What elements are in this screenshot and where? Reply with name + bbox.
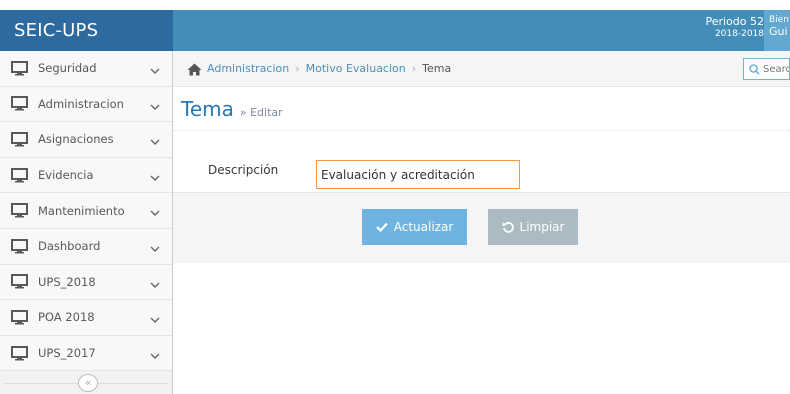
desktop-icon [0,274,38,289]
undo-icon [502,221,514,233]
sidebar-item-label: Administracion [38,96,124,111]
desktop-icon [0,96,38,111]
home-icon[interactable] [187,63,203,76]
chevron-down-icon [150,349,160,363]
sidebar: Seguridad Administracion Asignaciones Ev… [0,51,173,394]
chevron-down-icon [150,135,160,149]
form-actions: Actualizar Limpiar [173,192,790,263]
top-navbar: SEIC-UPS Periodo 52 2018-2018 Bien Gui [0,10,790,51]
sidebar-collapse-row: « [0,371,172,394]
breadcrumb-current: Tema [422,62,452,75]
chevron-down-icon [150,242,160,256]
sidebar-item-administracion[interactable]: Administracion [0,86,172,123]
descripcion-row: Descripción [173,131,790,192]
chevron-down-icon [150,100,160,114]
sidebar-item-label: UPS_2018 [38,274,96,289]
sidebar-item-seguridad[interactable]: Seguridad [0,51,172,87]
sidebar-item-label: UPS_2017 [38,346,96,361]
sidebar-item-label: Evidencia [38,168,94,183]
sidebar-collapse-button[interactable]: « [78,374,98,393]
user-name: Gui [769,25,788,38]
page-header: Tema » Editar [173,88,790,131]
check-icon [375,222,388,232]
page-title-block: Tema » Editar [181,97,283,121]
chevron-down-icon [150,64,160,78]
update-button[interactable]: Actualizar [362,209,467,245]
sidebar-item-label: POA 2018 [38,310,95,325]
sidebar-item-asignaciones[interactable]: Asignaciones [0,122,172,158]
page-subtitle: » Editar [239,106,283,119]
desktop-icon [0,345,38,361]
sidebar-item-label: Asignaciones [38,132,114,147]
desktop-icon [0,131,38,147]
sidebar-item-label: Mantenimiento [38,203,125,218]
descripcion-label: Descripción [208,163,279,177]
descripcion-field[interactable] [316,160,520,189]
breadcrumb-separator: › [295,62,300,75]
periodo-label: Periodo 52 [705,15,764,28]
periodo-info: Periodo 52 2018-2018 [705,15,764,41]
desktop-icon [0,309,38,325]
sidebar-item-evidencia[interactable]: Evidencia [0,157,172,194]
sidebar-item-label: Dashboard [38,239,101,254]
chevron-down-icon [150,313,160,327]
desktop-icon [0,167,38,183]
desktop-icon [0,60,38,76]
breadcrumb-separator: › [411,62,417,75]
sidebar-item-ups-2017[interactable]: UPS_2017 [0,335,172,372]
breadcrumb: Administracion › Motivo Evaluacion › Tem… [187,51,451,87]
search-input[interactable] [760,63,789,75]
sidebar-item-poa-2018[interactable]: POA 2018 [0,300,172,336]
breadcrumb-bar: Administracion › Motivo Evaluacion › Tem… [173,51,790,87]
breadcrumb-motivo-evaluacion[interactable]: Motivo Evaluacion [306,51,406,87]
user-menu[interactable]: Bien Gui [764,10,790,51]
update-button-label: Actualizar [393,220,454,234]
desktop-icon [0,238,38,254]
clear-button-label: Limpiar [519,220,565,234]
sidebar-item-ups-2018[interactable]: UPS_2018 [0,264,172,301]
periodo-range: 2018-2018 [714,29,764,39]
desktop-icon [0,203,38,218]
sidebar-item-mantenimiento[interactable]: Mantenimiento [0,193,172,229]
page-title: Tema [181,97,234,121]
brand-logo[interactable]: SEIC-UPS [0,10,173,51]
sidebar-item-dashboard[interactable]: Dashboard [0,228,172,265]
chevron-down-icon [150,278,160,292]
search-box [743,58,790,80]
search-icon [749,60,760,79]
chevron-down-icon [150,206,160,220]
clear-button[interactable]: Limpiar [488,209,578,245]
sidebar-item-label: Seguridad [38,61,97,76]
chevron-down-icon [150,171,160,185]
breadcrumb-administracion[interactable]: Administracion [207,51,289,87]
